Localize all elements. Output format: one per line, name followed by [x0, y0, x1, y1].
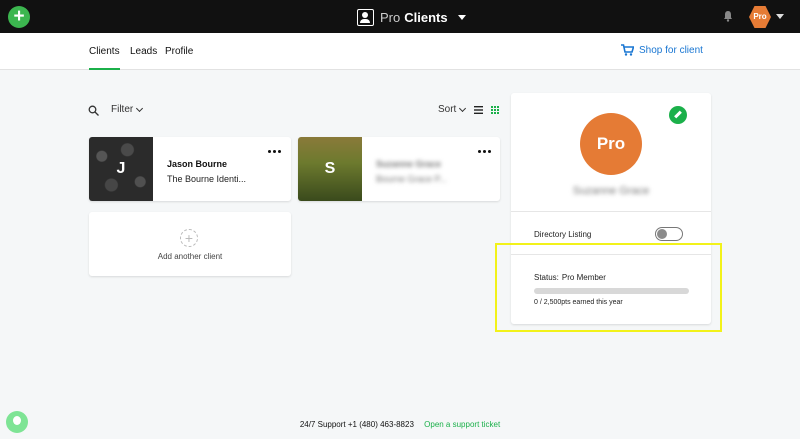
- toggle-knob: [657, 229, 667, 239]
- chevron-down-icon: [136, 104, 144, 112]
- app-title-menu[interactable]: Pro Clients: [357, 8, 466, 26]
- directory-listing-toggle[interactable]: [655, 227, 683, 241]
- directory-listing-label: Directory Listing: [534, 230, 592, 239]
- list-view-icon[interactable]: [474, 106, 483, 114]
- add-client-label: Add another client: [157, 252, 223, 261]
- chevron-down-icon: [459, 104, 467, 112]
- top-bar: + Pro Clients Pro: [0, 0, 800, 33]
- grid-view-icon[interactable]: [491, 106, 499, 114]
- sort-dropdown[interactable]: Sort: [438, 104, 467, 115]
- user-avatar[interactable]: Pro: [749, 6, 771, 28]
- profile-name: Suzanne Grace: [572, 185, 650, 197]
- add-client-card[interactable]: + Add another client: [89, 212, 291, 276]
- shop-for-client-link[interactable]: Shop for client: [621, 44, 703, 56]
- add-icon[interactable]: +: [8, 6, 30, 28]
- client-thumbnail: J: [89, 137, 153, 201]
- plus-icon: +: [180, 229, 198, 247]
- more-options-icon[interactable]: [478, 150, 491, 153]
- title-prefix: Pro: [380, 9, 401, 25]
- more-options-icon[interactable]: [268, 150, 281, 153]
- tab-clients[interactable]: Clients: [89, 46, 120, 70]
- chevron-down-icon[interactable]: [776, 14, 784, 19]
- client-initial: S: [324, 160, 336, 177]
- tab-profile[interactable]: Profile: [165, 46, 193, 57]
- client-site: The Bourne Identi...: [167, 174, 247, 184]
- title-main: Clients: [404, 9, 448, 25]
- shop-label: Shop for client: [639, 44, 703, 56]
- clients-badge-icon: [357, 8, 374, 26]
- cart-icon: [621, 44, 634, 56]
- profile-avatar: Pro: [580, 113, 642, 175]
- support-phone: 24/7 Support +1 (480) 463-8823: [299, 420, 414, 429]
- filter-label: Filter: [111, 104, 134, 115]
- divider: [511, 211, 711, 212]
- client-thumbnail: S: [298, 137, 362, 201]
- filter-dropdown[interactable]: Filter: [111, 104, 144, 115]
- bell-icon[interactable]: [722, 10, 734, 22]
- edit-pencil-icon[interactable]: [669, 106, 687, 124]
- client-initial: J: [116, 160, 126, 177]
- sort-label: Sort: [438, 104, 457, 115]
- highlight-box: [495, 243, 722, 332]
- client-site: Bourne Grace P...: [376, 174, 447, 184]
- footer: 24/7 Support +1 (480) 463-8823 Open a su…: [0, 420, 800, 429]
- chevron-down-icon: [457, 14, 466, 20]
- chat-icon[interactable]: [6, 411, 28, 433]
- search-icon[interactable]: [88, 105, 99, 116]
- client-card[interactable]: J Jason Bourne The Bourne Identi...: [89, 137, 291, 201]
- client-card[interactable]: S Suzanne Grace Bourne Grace P...: [298, 137, 500, 201]
- client-name: Jason Bourne: [167, 159, 228, 169]
- tab-leads[interactable]: Leads: [130, 46, 157, 57]
- client-name: Suzanne Grace: [376, 159, 442, 169]
- support-ticket-link[interactable]: Open a support ticket: [424, 420, 500, 429]
- sub-navigation: Clients Leads Profile Shop for client: [0, 33, 800, 70]
